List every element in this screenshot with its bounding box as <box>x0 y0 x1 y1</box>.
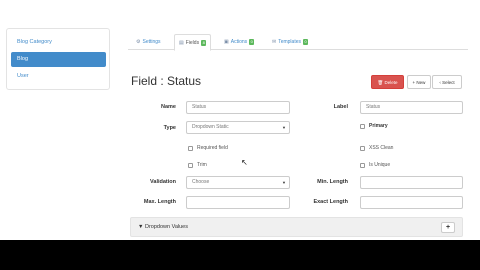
chevron-down-icon: ▼ <box>282 180 286 185</box>
primary-checkbox-label: Primary <box>369 123 388 129</box>
tab-badge: 8 <box>201 39 207 46</box>
is-unique-checkbox[interactable]: Is Unique <box>360 162 390 168</box>
sidebar: Blog Category Blog User <box>6 28 110 90</box>
primary-checkbox[interactable]: Primary <box>360 123 388 129</box>
delete-button[interactable]: 🗑 Delete <box>371 75 404 89</box>
chevron-left-icon: ‹ <box>439 80 441 85</box>
page-title: Field : Status <box>131 74 202 88</box>
validation-select-value: Choose <box>192 179 210 185</box>
select-button[interactable]: ‹ Select <box>432 75 462 89</box>
add-value-button[interactable]: + <box>441 222 455 233</box>
checkbox-box[interactable] <box>360 145 365 151</box>
settings-icon: ⚙ <box>136 39 141 45</box>
dropdown-values-panel: ▼ Dropdown Values + <box>130 217 463 237</box>
trim-checkbox[interactable]: Trim <box>188 162 207 168</box>
name-label: Name <box>161 104 176 110</box>
tab-badge: 0 <box>249 39 255 45</box>
name-field[interactable]: Status <box>186 101 290 114</box>
sidebar-item-blog[interactable]: Blog <box>11 52 106 67</box>
trash-icon: 🗑 <box>377 80 384 85</box>
exact-length-label: Exact Length <box>313 199 348 205</box>
required-checkbox[interactable]: Required field <box>188 145 228 151</box>
sidebar-item-label: Blog <box>17 56 29 62</box>
sidebar-item-label: Blog Category <box>17 39 52 45</box>
tab-templates[interactable]: ✉ Templates 0 <box>268 34 312 50</box>
mouse-cursor-icon: ↖ <box>241 158 248 167</box>
actions-icon: ▣ <box>224 39 229 45</box>
checkbox-box[interactable] <box>188 145 193 151</box>
sidebar-item-label: User <box>17 73 29 79</box>
fields-icon: ▤ <box>179 39 184 46</box>
templates-icon: ✉ <box>272 39 277 45</box>
tab-settings[interactable]: ⚙ Settings <box>132 34 165 50</box>
app-viewport: Blog Category Blog User ⚙ Settings ▤ Fie… <box>0 0 480 240</box>
xss-clean-checkbox[interactable]: XSS Clean <box>360 145 393 151</box>
max-length-field[interactable] <box>186 196 290 209</box>
delete-label: Delete <box>384 80 398 85</box>
tab-badge: 0 <box>303 39 309 45</box>
is-unique-checkbox-label: Is Unique <box>369 162 391 168</box>
validation-label: Validation <box>150 179 176 185</box>
tab-label: Actions <box>230 39 248 45</box>
new-button[interactable]: + New <box>407 75 431 89</box>
trim-checkbox-label: Trim <box>197 162 207 168</box>
dropdown-values-toggle[interactable]: ▼ Dropdown Values <box>138 218 188 237</box>
letterbox-bar <box>0 240 480 270</box>
tab-actions[interactable]: ▣ Actions 0 <box>220 34 258 50</box>
sidebar-item-blog-category[interactable]: Blog Category <box>11 35 106 50</box>
tab-label: Templates <box>278 39 301 45</box>
exact-length-field[interactable] <box>360 196 463 209</box>
label-field[interactable]: Status <box>360 101 463 114</box>
tab-fields[interactable]: ▤ Fields 8 <box>174 34 212 51</box>
type-label: Type <box>163 125 176 131</box>
sidebar-item-user[interactable]: User <box>11 69 106 84</box>
type-select[interactable]: Dropdown Static ▼ <box>186 121 290 134</box>
type-select-value: Dropdown Static <box>192 124 229 130</box>
checkbox-box[interactable] <box>360 162 365 168</box>
validation-select[interactable]: Choose ▼ <box>186 176 290 189</box>
tab-label: Settings <box>142 39 161 45</box>
select-label: Select <box>442 80 455 85</box>
max-length-label: Max. Length <box>143 199 176 205</box>
tab-label: Fields <box>185 39 200 46</box>
min-length-label: Min. Length <box>317 179 348 185</box>
required-checkbox-label: Required field <box>197 145 228 151</box>
label-label: Label <box>333 104 348 110</box>
min-length-field[interactable] <box>360 176 463 189</box>
chevron-down-icon: ▼ <box>282 125 286 130</box>
xss-clean-checkbox-label: XSS Clean <box>369 145 394 151</box>
checkbox-box[interactable] <box>360 123 365 129</box>
checkbox-box[interactable] <box>188 162 193 168</box>
tab-bar: ⚙ Settings ▤ Fields 8 ▣ Actions 0 ✉ Temp… <box>128 34 468 51</box>
